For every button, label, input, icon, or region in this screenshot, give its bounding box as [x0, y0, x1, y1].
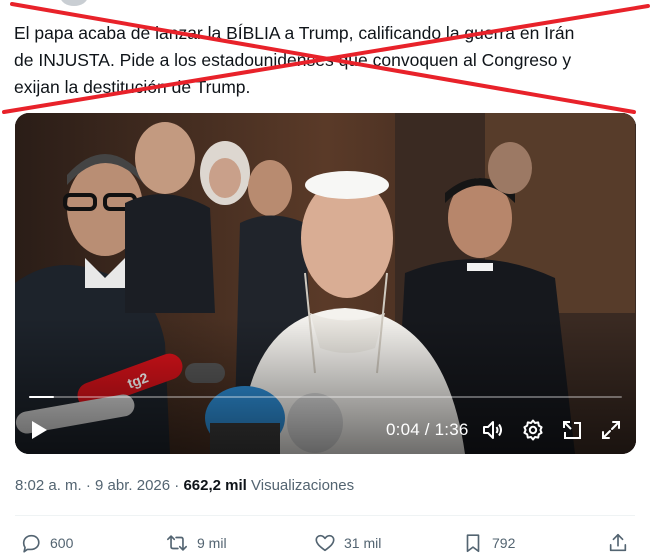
bookmark-button[interactable]: 792 [462, 530, 515, 556]
video-progress-bar[interactable] [29, 396, 622, 398]
fullscreen-icon[interactable] [599, 418, 623, 442]
views-count: 662,2 mil [183, 477, 247, 494]
views-label: Visualizaciones [251, 477, 355, 494]
reply-button[interactable]: 600 [20, 530, 73, 556]
heart-icon [315, 534, 335, 552]
bookmark-icon [466, 534, 480, 553]
repost-icon [167, 535, 187, 551]
video-frame: tg2 [15, 113, 636, 454]
tweet-line: de INJUSTA. Pide a los estadounidenses q… [14, 50, 572, 70]
divider [15, 515, 635, 516]
reply-count: 600 [50, 535, 74, 551]
pip-icon[interactable] [560, 418, 584, 442]
settings-icon[interactable] [521, 418, 545, 442]
video-time: 0:04 / 1:36 [386, 420, 469, 439]
video-progress-fill [29, 396, 54, 398]
tweet-meta: 8:02 a. m. · 9 abr. 2026 · 662,2 mil Vis… [15, 477, 354, 494]
share-icon [609, 533, 627, 552]
avatar[interactable] [60, 0, 88, 6]
action-bar: 600 9 mil 31 mil 792 [0, 530, 650, 556]
tweet-line: El papa acaba de lanzar la BÍBLIA a Trum… [14, 23, 575, 43]
bookmark-count: 792 [492, 535, 516, 551]
like-button[interactable]: 31 mil [314, 530, 381, 556]
like-count: 31 mil [344, 535, 382, 551]
repost-count: 9 mil [197, 535, 227, 551]
timestamp[interactable]: 8:02 a. m. · 9 abr. 2026 · [15, 477, 179, 494]
tweet-line: exijan la destitución de Trump. [14, 77, 251, 97]
repost-button[interactable]: 9 mil [165, 530, 227, 556]
tweet-text: El papa acaba de lanzar la BÍBLIA a Trum… [14, 20, 636, 101]
video-player[interactable]: tg2 0:04 / 1:36 [15, 113, 636, 454]
play-icon[interactable] [27, 418, 51, 442]
share-button[interactable] [607, 530, 637, 556]
volume-icon[interactable] [481, 418, 505, 442]
reply-icon [22, 534, 40, 553]
